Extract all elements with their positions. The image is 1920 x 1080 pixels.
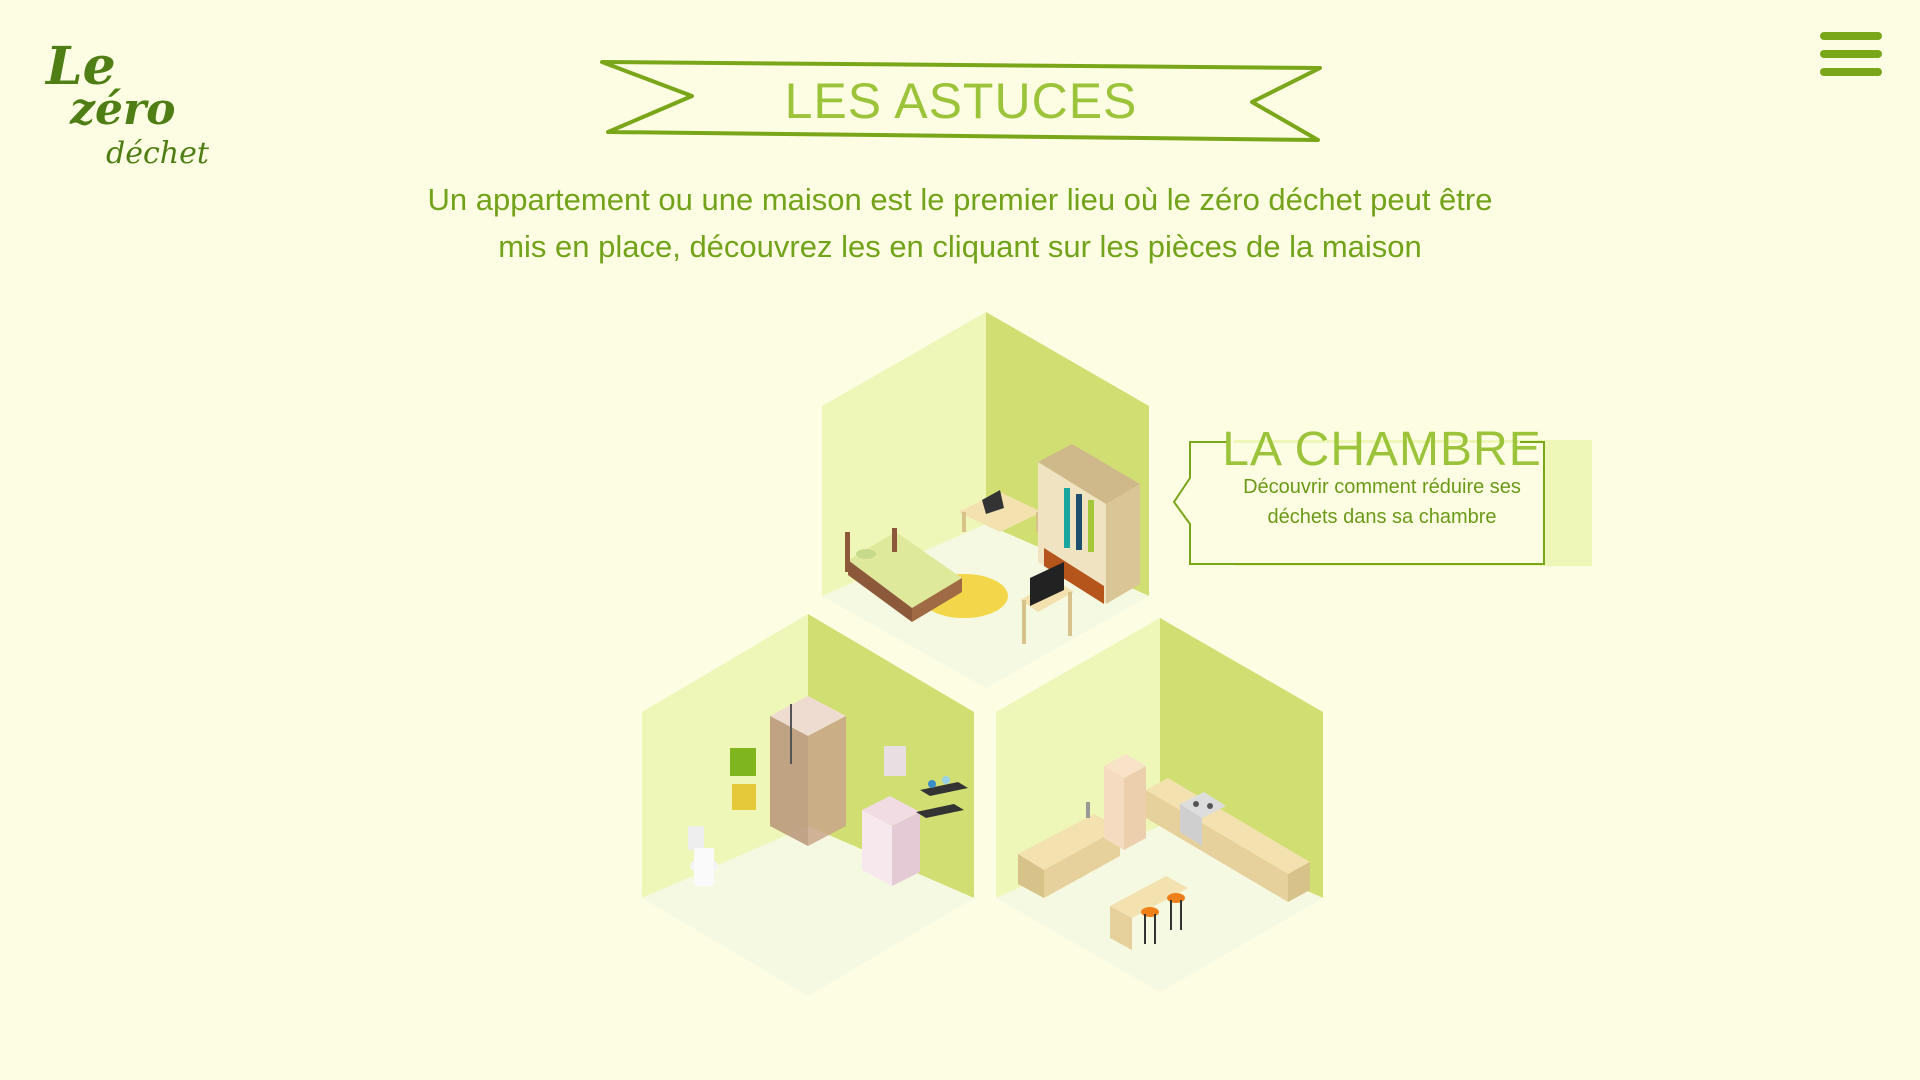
room-bathroom[interactable] [642, 614, 974, 996]
callout-text: Découvrir comment réduire ses déchets da… [1243, 476, 1521, 528]
room-kitchen[interactable] [996, 618, 1323, 992]
bedroom-callout[interactable]: LA CHAMBRE Découvrir comment réduire ses… [1172, 422, 1592, 572]
room-bedroom[interactable] [822, 312, 1149, 688]
house-rooms [642, 312, 1323, 996]
callout-title: LA CHAMBRE [1222, 423, 1542, 476]
